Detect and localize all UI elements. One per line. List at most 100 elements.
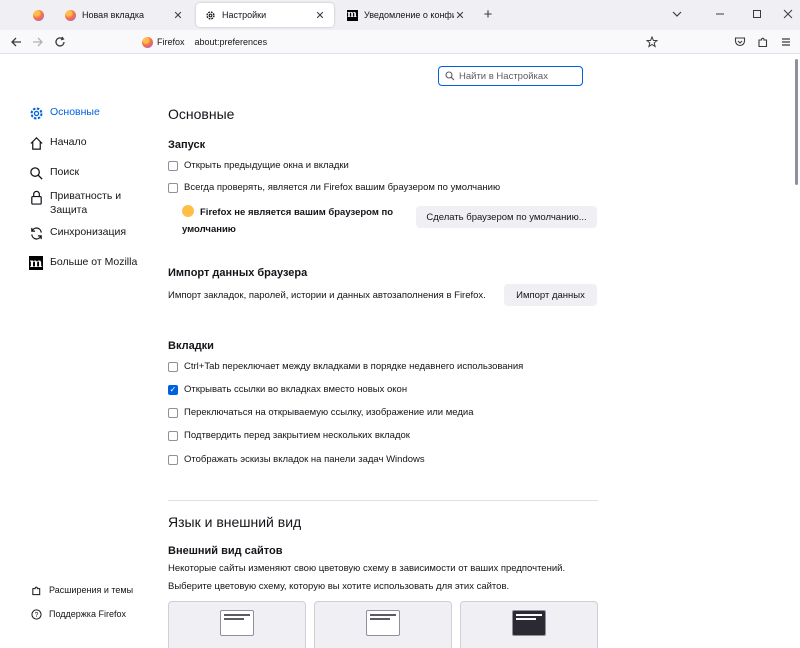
- checkbox-label: Открыть предыдущие окна и вкладки: [184, 160, 349, 171]
- tab-strip: Новая вкладка ✕ Настройки ✕ m Уведомлени…: [0, 0, 800, 30]
- tabs-heading: Вкладки: [168, 340, 214, 352]
- checkbox-checked[interactable]: ✓: [168, 384, 178, 395]
- search-settings-field[interactable]: [438, 66, 583, 86]
- maximize-button[interactable]: [749, 6, 765, 22]
- tab-privacy-notice[interactable]: m Уведомление о конфиденциальности ✕: [338, 3, 474, 27]
- checkbox[interactable]: [168, 182, 178, 193]
- checkbox-label: Всегда проверять, является ли Firefox ва…: [184, 182, 501, 193]
- close-icon[interactable]: ✕: [454, 9, 466, 22]
- window-close-button[interactable]: [780, 6, 796, 22]
- checkbox-label: Подтвердить перед закрытием нескольких в…: [184, 430, 410, 441]
- sidebar-item-sync[interactable]: Синхронизация: [28, 225, 126, 241]
- firefox-logo-icon: [64, 9, 76, 21]
- scrollbar[interactable]: [793, 55, 800, 648]
- url-bar[interactable]: Firefox about:preferences: [136, 31, 664, 53]
- pocket-icon[interactable]: [732, 34, 748, 50]
- navigation-bar: Firefox about:preferences: [0, 30, 800, 54]
- taskbar-previews-checkbox[interactable]: Отображать эскизы вкладок на панели зада…: [168, 454, 425, 465]
- pinned-firefox-tab[interactable]: [22, 3, 54, 27]
- ctrl-tab-checkbox[interactable]: Ctrl+Tab переключает между вкладками в п…: [168, 361, 523, 372]
- warning-text: Firefox не является вашим браузером по у…: [182, 207, 394, 235]
- import-heading: Импорт данных браузера: [168, 267, 308, 279]
- startup-heading: Запуск: [168, 139, 206, 151]
- tab-settings[interactable]: Настройки ✕: [196, 3, 334, 27]
- checkbox-label: Переключаться на открываемую ссылку, изо…: [184, 407, 474, 418]
- firefox-logo-icon: [32, 9, 44, 21]
- gear-icon: [28, 105, 44, 121]
- theme-card-auto[interactable]: [168, 601, 306, 648]
- search-icon: [445, 71, 455, 81]
- sidebar-item-privacy[interactable]: Приватность и Защита: [28, 189, 140, 217]
- sidebar-item-mozilla[interactable]: m Больше от Mozilla: [28, 255, 137, 271]
- sidebar-item-search[interactable]: Поиск: [28, 165, 79, 181]
- close-icon[interactable]: ✕: [172, 9, 184, 22]
- theme-card-dark[interactable]: [460, 601, 598, 648]
- sidebar-item-label: Приватность и Защита: [50, 190, 122, 216]
- tab-label: Новая вкладка: [82, 10, 145, 20]
- open-links-in-tabs-checkbox[interactable]: ✓ Открывать ссылки во вкладках вместо но…: [168, 384, 407, 395]
- appearance-heading: Внешний вид сайтов: [168, 545, 283, 557]
- checkbox[interactable]: [168, 160, 178, 171]
- chevron-down-icon[interactable]: [669, 6, 685, 22]
- appearance-description: Некоторые сайты изменяют свою цветовую с…: [168, 563, 566, 574]
- checkbox-label: Открывать ссылки во вкладках вместо новы…: [184, 384, 408, 395]
- sidebar-item-label: Начало: [50, 136, 87, 148]
- sad-face-icon: [182, 205, 194, 217]
- bookmark-star-icon[interactable]: [644, 34, 660, 50]
- theme-card-light[interactable]: [314, 601, 452, 648]
- switch-to-tab-checkbox[interactable]: Переключаться на открываемую ссылку, изо…: [168, 407, 474, 418]
- firefox-logo-icon: [142, 36, 153, 48]
- theme-preview-icon: [220, 610, 254, 636]
- import-description: Импорт закладок, паролей, истории и данн…: [168, 290, 486, 301]
- reload-icon[interactable]: [52, 34, 68, 50]
- extensions-puzzle-icon[interactable]: [755, 34, 771, 50]
- sidebar-item-label: Основные: [50, 106, 100, 118]
- minimize-button[interactable]: [712, 6, 728, 22]
- restore-session-checkbox[interactable]: Открыть предыдущие окна и вкладки: [168, 160, 349, 171]
- svg-text:?: ?: [34, 611, 38, 618]
- gear-icon: [204, 9, 216, 21]
- close-icon[interactable]: ✕: [314, 9, 326, 22]
- url-text[interactable]: about:preferences: [195, 37, 268, 47]
- page-title: Основные: [168, 106, 235, 122]
- back-arrow-icon[interactable]: [8, 34, 24, 50]
- puzzle-icon: [30, 584, 42, 596]
- checkbox[interactable]: [168, 407, 178, 418]
- sidebar-item-label: Синхронизация: [50, 226, 127, 238]
- default-browser-warning: Firefox не является вашим браузером по у…: [182, 204, 402, 238]
- sidebar-support-link[interactable]: ? Поддержка Firefox: [30, 608, 126, 620]
- identity-box[interactable]: Firefox: [136, 33, 191, 51]
- menu-hamburger-icon[interactable]: [778, 34, 794, 50]
- identity-label: Firefox: [157, 37, 185, 47]
- section-divider: [168, 500, 598, 501]
- search-icon: [28, 165, 44, 181]
- home-icon: [28, 135, 44, 151]
- new-tab-button[interactable]: +: [480, 6, 496, 23]
- sidebar-item-label: Поиск: [50, 166, 80, 178]
- sidebar-footer-label: Расширения и темы: [49, 585, 134, 595]
- tab-new-tab[interactable]: Новая вкладка ✕: [56, 3, 192, 27]
- check-default-checkbox[interactable]: Всегда проверять, является ли Firefox ва…: [168, 182, 500, 193]
- sidebar-item-general[interactable]: Основные: [28, 105, 100, 121]
- checkbox[interactable]: [168, 430, 178, 441]
- tab-label: Настройки: [222, 10, 267, 20]
- import-data-button[interactable]: Импорт данных: [504, 284, 597, 306]
- checkbox-label: Отображать эскизы вкладок на панели зада…: [184, 454, 425, 465]
- appearance-instruction: Выберите цветовую схему, которую вы хоти…: [168, 581, 510, 592]
- sidebar-addons-link[interactable]: Расширения и темы: [30, 584, 133, 596]
- search-input[interactable]: [459, 70, 579, 82]
- make-default-button[interactable]: Сделать браузером по умолчанию...: [416, 206, 597, 228]
- theme-preview-icon: [366, 610, 400, 636]
- checkbox[interactable]: [168, 454, 178, 465]
- tab-label: Уведомление о конфиденциальности: [364, 10, 454, 20]
- sync-icon: [28, 225, 44, 241]
- preferences-page: Основные Начало Поиск Приватность и Защи…: [0, 55, 800, 648]
- sidebar-footer-label: Поддержка Firefox: [49, 609, 126, 619]
- theme-preview-icon: [512, 610, 546, 636]
- sidebar-item-home[interactable]: Начало: [28, 135, 87, 151]
- sidebar-item-label: Больше от Mozilla: [50, 256, 138, 268]
- checkbox[interactable]: [168, 361, 178, 372]
- confirm-close-checkbox[interactable]: Подтвердить перед закрытием нескольких в…: [168, 430, 410, 441]
- forward-arrow-icon[interactable]: [30, 34, 46, 50]
- scrollbar-thumb[interactable]: [795, 59, 798, 185]
